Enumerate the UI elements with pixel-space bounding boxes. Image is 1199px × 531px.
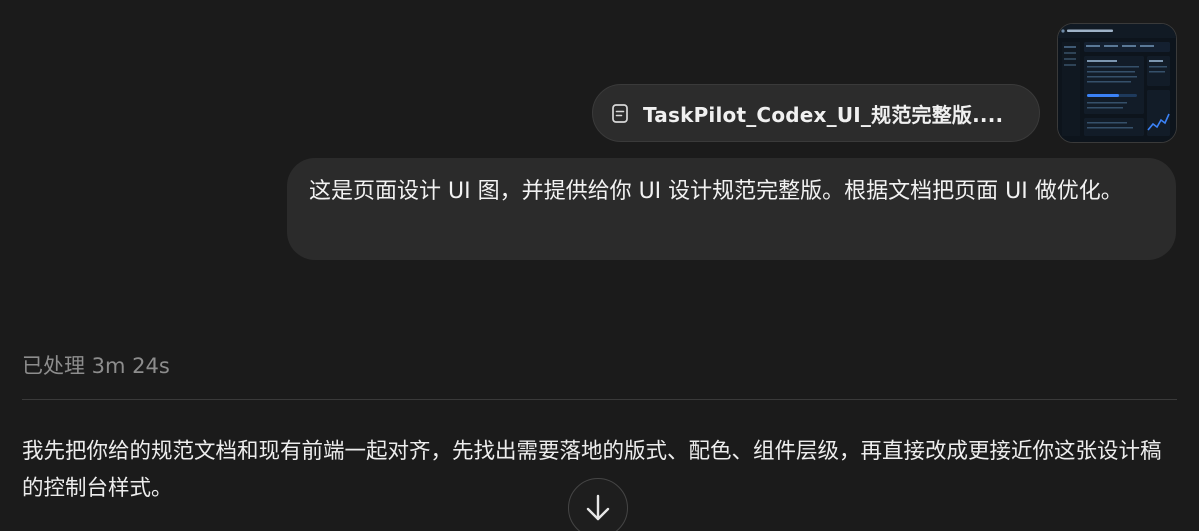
document-icon [611,103,629,123]
scroll-to-bottom-button[interactable] [568,478,628,531]
image-thumbnail[interactable] [1057,23,1177,143]
user-message-bubble: 这是页面设计 UI 图，并提供给你 UI 设计规范完整版。根据文档把页面 UI … [287,158,1176,260]
user-message-text: 这是页面设计 UI 图，并提供给你 UI 设计规范完整版。根据文档把页面 UI … [309,179,1123,204]
processed-duration-label[interactable]: 已处理 3m 24s [22,350,170,380]
file-attachment-chip[interactable]: TaskPilot_Codex_UI_规范完整版.... [592,84,1040,142]
arrow-down-icon [585,494,611,526]
chat-page: TaskPilot_Codex_UI_规范完整版.... 这是页面设计 UI 图… [0,0,1199,531]
file-name: TaskPilot_Codex_UI_规范完整版.... [643,102,1004,127]
divider [22,399,1177,400]
